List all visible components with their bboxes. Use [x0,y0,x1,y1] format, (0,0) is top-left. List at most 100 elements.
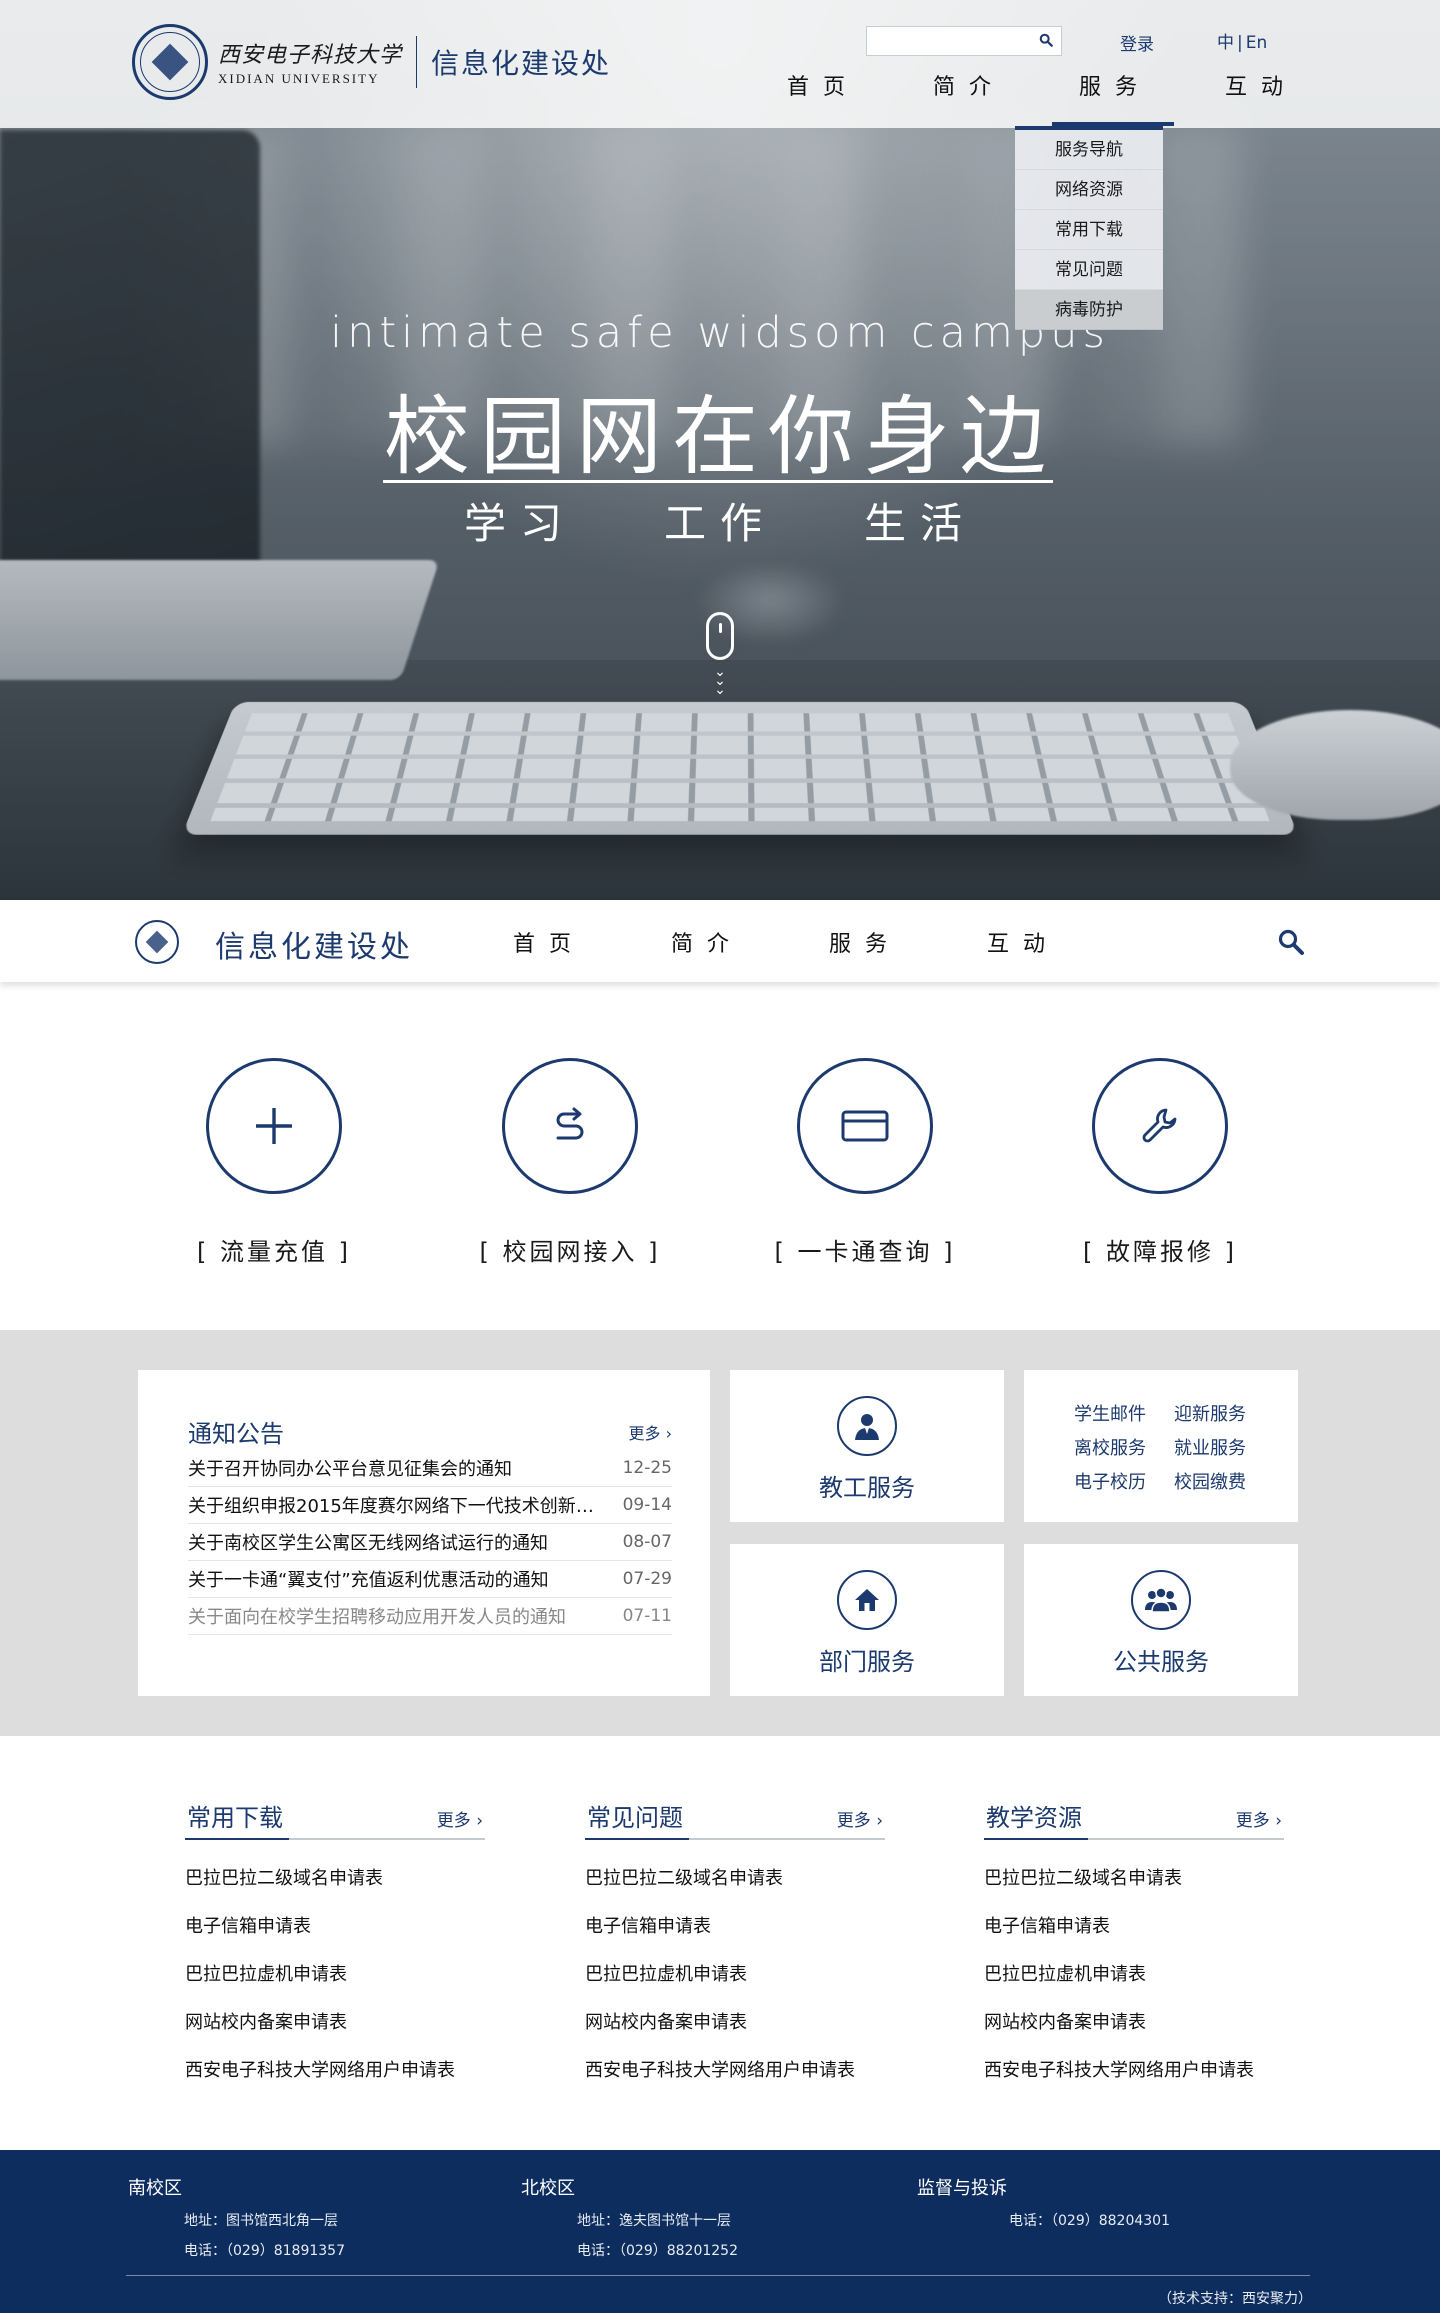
scroll-down-chevron-icon[interactable]: ⌄ ⌄ ⌄ [708,665,732,697]
tile-icon-circle [1131,1570,1191,1630]
login-link[interactable]: 登录 [1120,30,1154,55]
top-header: 西安电子科技大学 XIDIAN UNIVERSITY 信息化建设处 登录 中 | E… [0,0,1440,128]
public-service-tile[interactable]: 公共服务 [1024,1544,1298,1696]
notice-item[interactable]: 关于南校区学生公寓区无线网络试运行的通知 08-07 [188,1524,672,1561]
notice-item-title: 关于南校区学生公寓区无线网络试运行的通知 [188,1533,548,1554]
search-icon[interactable] [1039,33,1053,47]
dropdown-item-downloads[interactable]: 常用下载 [1015,210,1163,250]
nav-home[interactable]: 首页 [750,68,896,120]
card-icon [841,1110,889,1142]
footer: 南校区 地址：图书馆西北角一层 电话：（029）81891357 北校区 地址：… [0,2150,1440,2313]
nav-interaction[interactable]: 互动 [1188,68,1334,120]
dept-service-tile[interactable]: 部门服务 [730,1544,1004,1696]
dept-name: 信息化建设处 [431,47,612,80]
hero-sub-items: 学习 工作 生活 [0,490,1440,551]
list-item[interactable]: 巴拉巴拉虚机申请表 [984,1960,1284,2008]
list-more-link[interactable]: 更多 › [837,1806,883,1831]
list-item[interactable]: 巴拉巴拉二级域名申请表 [585,1864,885,1912]
footer-divider [126,2275,1310,2276]
quick-service-repair[interactable]: [ 故障报修 ] [1030,1058,1290,1267]
quick-service-label: [ 一卡通查询 ] [774,1238,956,1266]
dropdown-item-virus-protection[interactable]: 病毒防护 [1015,290,1163,330]
university-name-en: XIDIAN UNIVERSITY [218,71,380,86]
search-icon[interactable] [1277,928,1305,956]
list-item[interactable]: 网站校内备案申请表 [585,2008,885,2056]
footer-supervision-phone: 电话：（029）88204301 [1009,2213,1170,2229]
nav-services[interactable]: 服务 [1042,68,1188,126]
link-campus-payment[interactable]: 校园缴费 [1174,1468,1274,1494]
group-icon [1145,1587,1177,1613]
resource-lists: 常用下载 更多 › 巴拉巴拉二级域名申请表 电子信箱申请表 巴拉巴拉虚机申请表 … [0,1736,1440,2150]
quick-service-card-query[interactable]: [ 一卡通查询 ] [735,1058,995,1267]
footer-credit: （技术支持：西安聚力） [1158,2291,1312,2307]
staff-service-tile[interactable]: 教工服务 [730,1370,1004,1522]
secondary-nav-interaction[interactable]: 互动 [944,926,1102,958]
list-more-link[interactable]: 更多 › [1236,1806,1282,1831]
tile-icon-circle [837,1396,897,1456]
dropdown-item-network-resources[interactable]: 网络资源 [1015,170,1163,210]
notice-board: 通知公告 更多 › 关于召开协同办公平台意见征集会的通知 12-25 关于组织申… [138,1370,710,1696]
dept-service-label: 部门服务 [819,1648,915,1676]
quick-service-label: [ 故障报修 ] [1083,1238,1237,1266]
list-item[interactable]: 电子信箱申请表 [185,1912,485,1960]
hero-sub-life: 生活 [864,499,977,548]
list-item[interactable]: 巴拉巴拉虚机申请表 [585,1960,885,2008]
nav-intro[interactable]: 简介 [896,68,1042,120]
quick-service-network-access[interactable]: [ 校园网接入 ] [440,1058,700,1267]
chevron-right-icon: › [476,1811,483,1831]
notice-more-label: 更多 [628,1424,661,1443]
list-title: 常用下载 [187,1804,283,1832]
university-seal-small-icon[interactable] [135,920,179,964]
user-icon [855,1414,879,1440]
link-freshman-service[interactable]: 迎新服务 [1174,1400,1274,1426]
dropdown-item-service-nav[interactable]: 服务导航 [1015,130,1163,170]
quick-services: [ 流量充值 ] [ 校园网接入 ] [ 一卡通查询 ] [ 故障报修 ] [0,1010,1440,1330]
secondary-nav-bar: 信息化建设处 首页 简介 服务 互动 [0,900,1440,982]
brand-logo[interactable]: 西安电子科技大学 XIDIAN UNIVERSITY 信息化建设处 [132,24,611,100]
scroll-down-mouse-icon[interactable] [706,612,734,660]
quick-service-topup[interactable]: [ 流量充值 ] [144,1058,404,1267]
lang-en-link[interactable]: En [1246,33,1268,53]
notice-item[interactable]: 关于组织申报2015年度赛尔网络下一代技术创新项目的通知 09-14 [188,1487,672,1524]
notice-item[interactable]: 关于一卡通“翼支付”充值返利优惠活动的通知 07-29 [188,1561,672,1598]
notice-item[interactable]: 关于召开协同办公平台意见征集会的通知 12-25 [188,1450,672,1487]
list-item[interactable]: 巴拉巴拉二级域名申请表 [185,1864,485,1912]
footer-north-address: 地址：逸夫图书馆十一层 [577,2213,731,2229]
notice-more-link[interactable]: 更多 › [628,1420,672,1444]
secondary-nav-title[interactable]: 信息化建设处 [215,922,413,966]
notice-item[interactable]: 关于面向在校学生招聘移动应用开发人员的通知 07-11 [188,1598,672,1635]
list-item[interactable]: 网站校内备案申请表 [984,2008,1284,2056]
staff-service-label: 教工服务 [819,1474,915,1502]
university-seal-icon [132,24,208,100]
downloads-list: 常用下载 更多 › 巴拉巴拉二级域名申请表 电子信箱申请表 巴拉巴拉虚机申请表 … [185,1798,485,2104]
quick-service-circle [502,1058,638,1194]
link-student-mail[interactable]: 学生邮件 [1074,1400,1174,1426]
footer-supervision-title: 监督与投诉 [917,2178,1007,2199]
header-search-input[interactable] [867,27,1027,55]
dropdown-item-faq[interactable]: 常见问题 [1015,250,1163,290]
chevron-right-icon: › [665,1424,672,1443]
list-more-link[interactable]: 更多 › [437,1806,483,1831]
list-item[interactable]: 西安电子科技大学网络用户申请表 [185,2056,485,2104]
lang-cn-link[interactable]: 中 [1217,33,1234,53]
tile-icon-circle [837,1570,897,1630]
list-item[interactable]: 巴拉巴拉二级域名申请表 [984,1864,1284,1912]
hero-slogan-en: intimate safe widsom campus [330,308,1110,358]
list-item[interactable]: 电子信箱申请表 [585,1912,885,1960]
list-title: 常见问题 [587,1804,683,1832]
secondary-nav-services[interactable]: 服务 [786,926,944,958]
services-dropdown: 服务导航 网络资源 常用下载 常见问题 病毒防护 [1015,126,1163,330]
link-leaving-service[interactable]: 离校服务 [1074,1434,1174,1460]
list-item[interactable]: 电子信箱申请表 [984,1912,1284,1960]
link-school-calendar[interactable]: 电子校历 [1074,1468,1174,1494]
link-employment-service[interactable]: 就业服务 [1174,1434,1274,1460]
plus-icon [256,1108,292,1144]
secondary-nav-menu: 首页 简介 服务 互动 [470,926,1102,958]
secondary-nav-intro[interactable]: 简介 [628,926,786,958]
brand-divider [416,36,418,88]
list-item[interactable]: 网站校内备案申请表 [185,2008,485,2056]
list-item[interactable]: 西安电子科技大学网络用户申请表 [984,2056,1284,2104]
list-item[interactable]: 巴拉巴拉虚机申请表 [185,1960,485,2008]
secondary-nav-home[interactable]: 首页 [470,926,628,958]
list-item[interactable]: 西安电子科技大学网络用户申请表 [585,2056,885,2104]
